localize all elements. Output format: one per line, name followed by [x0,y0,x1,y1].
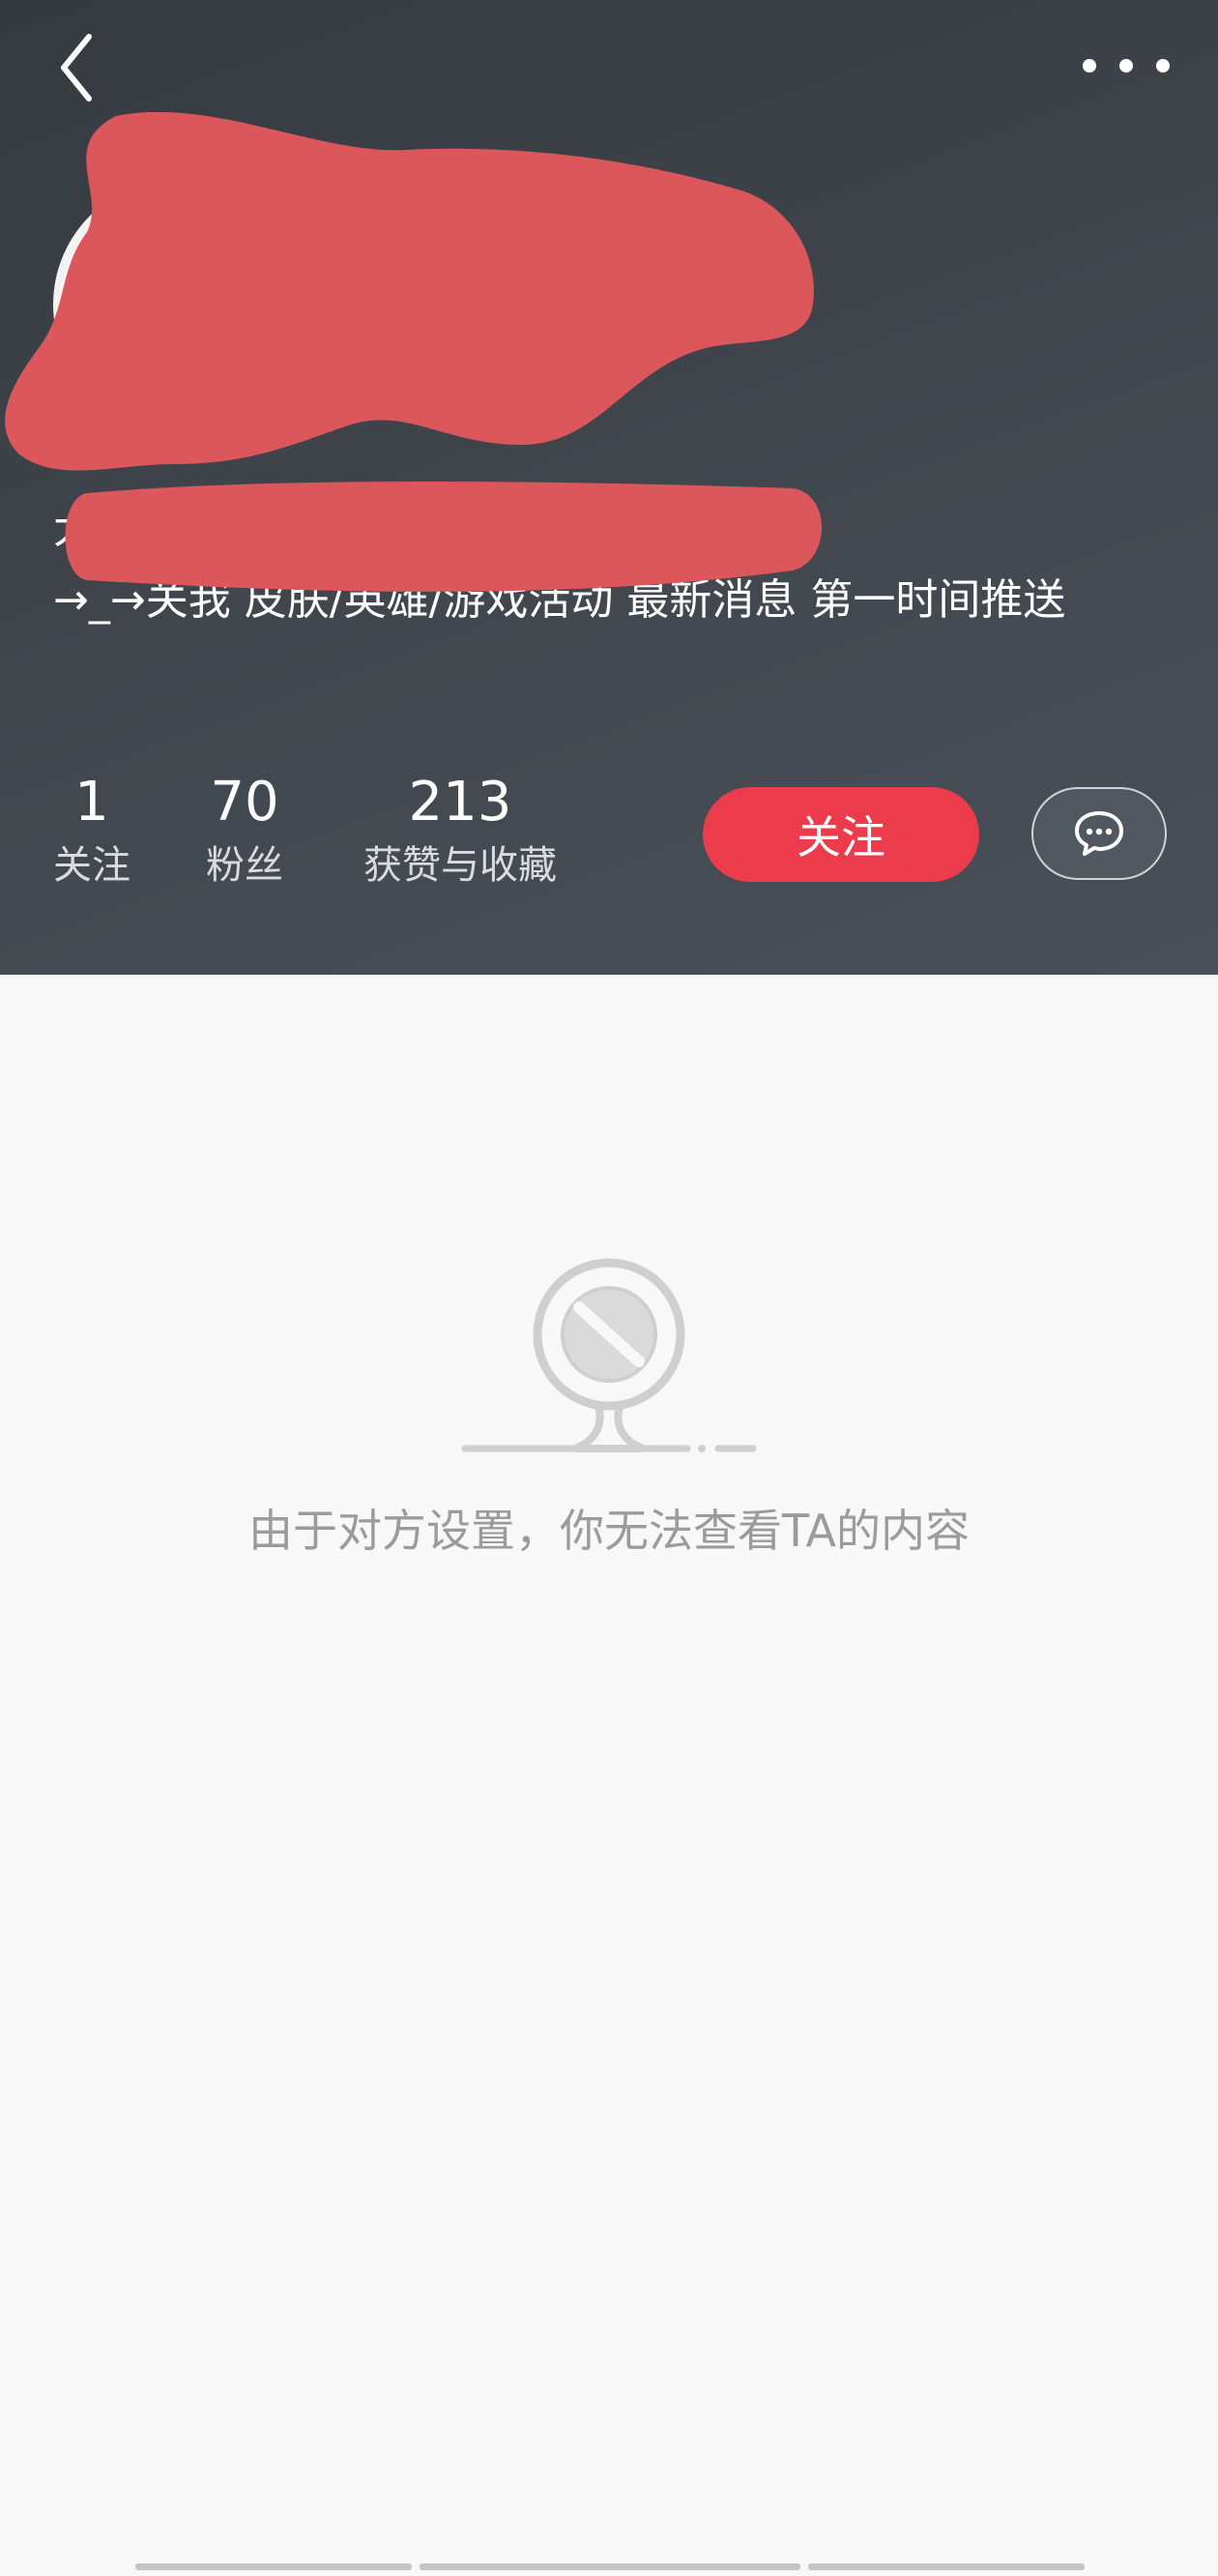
empty-state-message: 由于对方设置，你无法查看TA的内容 [248,1505,970,1557]
stat-likes-and-saves[interactable]: 213 获赞与收藏 [359,769,562,894]
profile-header: 大 →_→关我 皮肤/英雄/游戏活动 最新消息 第一时间推送 1 关注 70 粉… [0,0,1218,975]
blocked-sign-icon [461,1258,757,1452]
home-indicator [135,2563,1085,2570]
stat-followers[interactable]: 70 粉丝 [206,769,283,894]
redaction-scribble [5,111,822,592]
stat-value: 213 [408,771,512,834]
more-dots-icon [1083,59,1096,73]
stat-label: 获赞与收藏 [363,843,557,888]
profile-stats: 1 关注 70 粉丝 213 获赞与收藏 [53,769,562,894]
message-button[interactable] [1031,787,1167,880]
empty-state: 由于对方设置，你无法查看TA的内容 [0,975,1218,2576]
stat-value: 1 [74,771,109,834]
stat-following[interactable]: 1 关注 [53,769,130,894]
stat-label: 关注 [53,843,130,888]
back-button[interactable] [46,29,114,106]
chevron-left-icon [61,34,92,102]
follow-button[interactable]: 关注 [703,787,979,882]
stat-label: 粉丝 [206,843,283,888]
more-options-button[interactable] [1083,46,1170,85]
stat-value: 70 [210,771,279,834]
chat-bubble-icon [1075,811,1123,856]
